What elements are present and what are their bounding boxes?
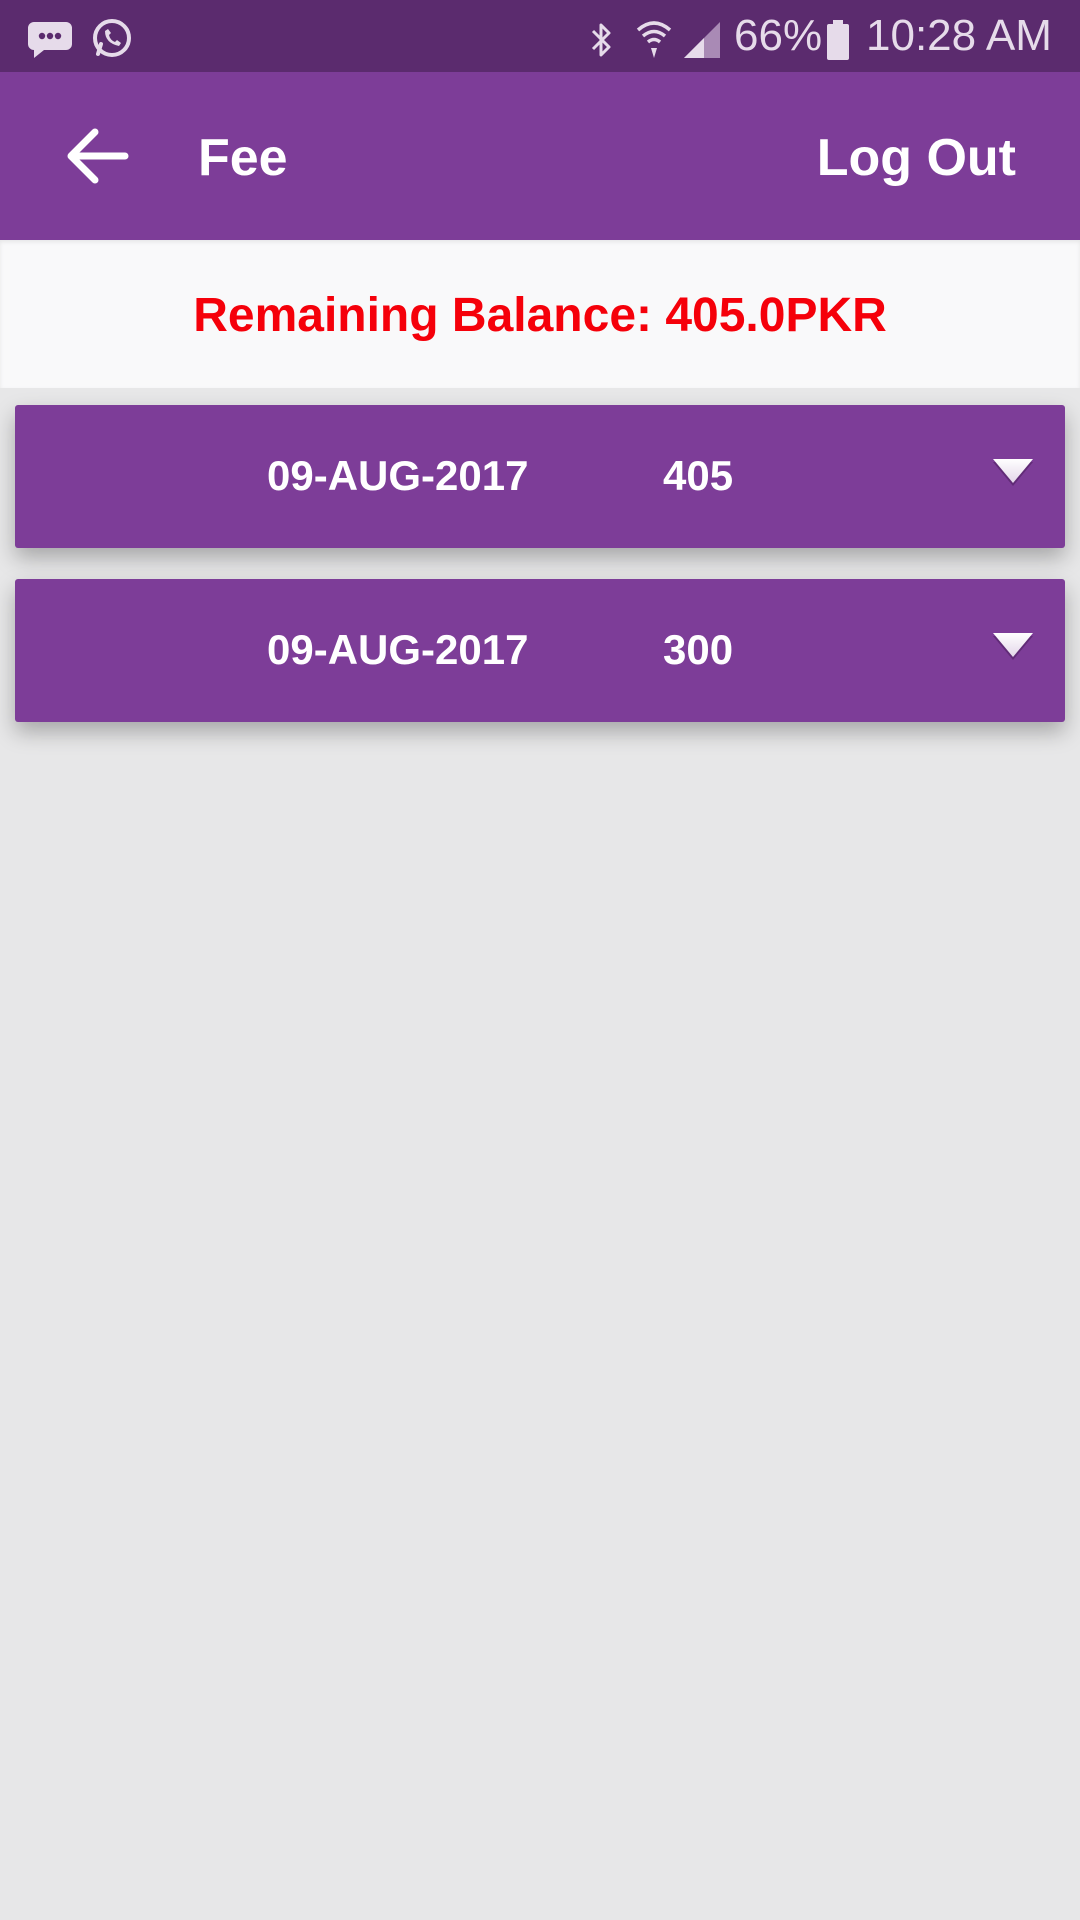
fee-date: 09-AUG-2017: [267, 452, 529, 499]
arrow-left-icon: [67, 128, 129, 184]
bluetooth-icon: [591, 23, 611, 57]
clock: 10:28 AM: [866, 11, 1052, 60]
back-button[interactable]: [52, 116, 142, 196]
page-title: Fee: [198, 129, 288, 187]
message-icon: [28, 22, 72, 58]
battery-icon: [827, 20, 849, 60]
fee-amount: 405: [663, 452, 734, 499]
app-bar: Fee Log Out: [0, 72, 1080, 240]
fee-row[interactable]: 09-AUG-2017 405: [15, 405, 1065, 548]
signal-icon: [684, 22, 720, 58]
chevron-down-icon[interactable]: [989, 453, 1037, 489]
fee-row[interactable]: 09-AUG-2017 300: [15, 579, 1065, 722]
balance-panel: Remaining Balance: 405.0PKR: [0, 240, 1080, 388]
whatsapp-icon: [93, 19, 131, 57]
fee-date: 09-AUG-2017: [267, 626, 529, 673]
status-bar: 66% 10:28 AM: [0, 0, 1080, 72]
logout-button[interactable]: Log Out: [817, 128, 1016, 188]
chevron-down-icon[interactable]: [989, 627, 1037, 663]
remaining-balance: Remaining Balance: 405.0PKR: [193, 289, 887, 342]
fee-amount: 300: [663, 626, 734, 673]
wifi-icon: [636, 21, 672, 58]
battery-percent: 66%: [734, 11, 823, 60]
